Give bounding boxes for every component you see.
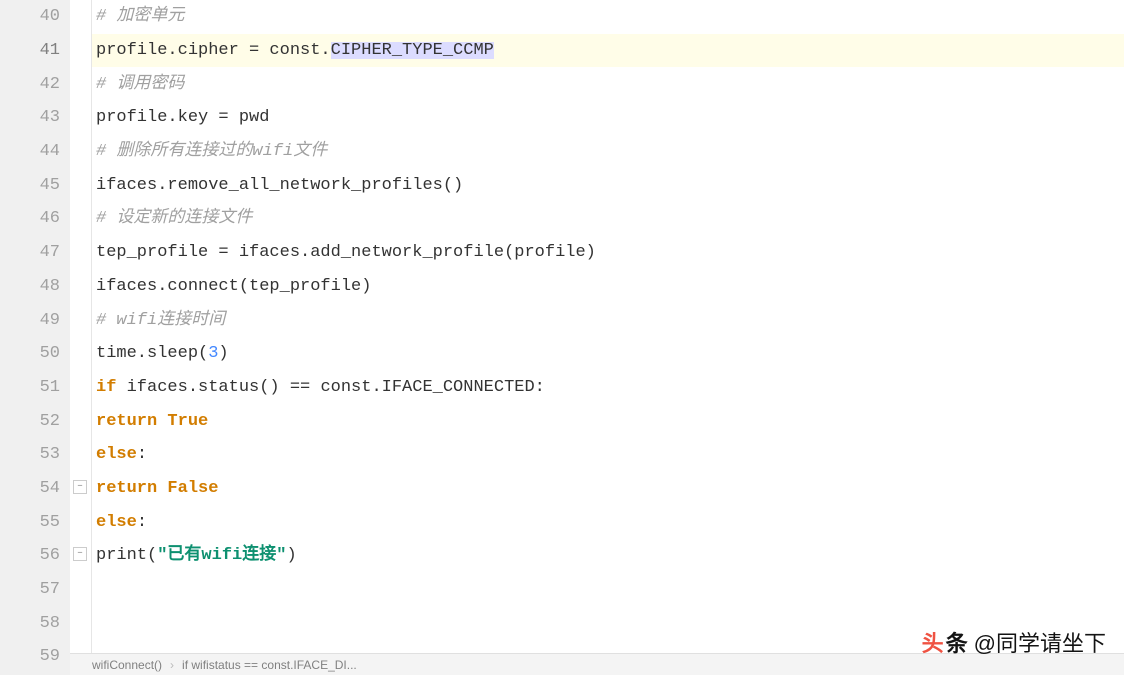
keyword: else xyxy=(96,514,137,531)
code-line[interactable]: ifaces.remove_all_network_profiles() xyxy=(92,168,1124,202)
line-number: 42 xyxy=(0,67,60,101)
fold-marker-icon[interactable]: – xyxy=(73,480,87,494)
code-line[interactable]: return True xyxy=(92,404,1124,438)
line-number: 56 xyxy=(0,539,60,573)
code-line[interactable]: # 加密单元 xyxy=(92,0,1124,34)
line-number: 57 xyxy=(0,573,60,607)
code-line[interactable]: else: xyxy=(92,438,1124,472)
comment-text: # 加密单元 xyxy=(96,8,184,25)
comment-text: # 调用密码 xyxy=(96,76,184,93)
line-number: 46 xyxy=(0,202,60,236)
line-number: 45 xyxy=(0,168,60,202)
code-line[interactable]: profile.cipher = const.CIPHER_TYPE_CCMP xyxy=(92,34,1124,68)
line-number: 49 xyxy=(0,303,60,337)
keyword: if xyxy=(96,379,116,396)
line-number: 55 xyxy=(0,505,60,539)
line-number: 40 xyxy=(0,0,60,34)
code-line[interactable]: # 设定新的连接文件 xyxy=(92,202,1124,236)
code-line[interactable]: print("已有wifi连接") xyxy=(92,539,1124,573)
code-line[interactable]: return False xyxy=(92,472,1124,506)
code-line[interactable]: if ifaces.status() == const.IFACE_CONNEC… xyxy=(92,371,1124,405)
watermark-brand: 头条 xyxy=(922,633,968,655)
breadcrumb-item[interactable]: if wifistatus == const.IFACE_DI... xyxy=(182,659,357,671)
line-number: 52 xyxy=(0,404,60,438)
string-quote: " xyxy=(157,547,167,564)
comment-text: # 删除所有连接过的wifi文件 xyxy=(96,143,327,160)
keyword: else xyxy=(96,446,137,463)
line-number: 51 xyxy=(0,371,60,405)
line-number: 59 xyxy=(0,640,60,674)
line-number: 53 xyxy=(0,438,60,472)
code-line[interactable] xyxy=(92,573,1124,607)
code-editor: 4041424344454647484950515253545556575859… xyxy=(0,0,1124,675)
string-quote: " xyxy=(276,547,286,564)
code-line[interactable]: else: xyxy=(92,505,1124,539)
code-line[interactable]: profile.key = pwd xyxy=(92,101,1124,135)
code-line[interactable]: # wifi连接时间 xyxy=(92,303,1124,337)
number-literal: 3 xyxy=(208,345,218,362)
code-line[interactable]: time.sleep(3) xyxy=(92,337,1124,371)
breadcrumb-item[interactable]: wifiConnect() xyxy=(92,659,162,671)
code-line[interactable]: tep_profile = ifaces.add_network_profile… xyxy=(92,236,1124,270)
code-line[interactable]: # 删除所有连接过的wifi文件 xyxy=(92,135,1124,169)
code-content[interactable]: # 加密单元 profile.cipher = const.CIPHER_TYP… xyxy=(92,0,1124,675)
line-number: 44 xyxy=(0,135,60,169)
line-number: 48 xyxy=(0,270,60,304)
line-number: 50 xyxy=(0,337,60,371)
code-line[interactable]: # 调用密码 xyxy=(92,67,1124,101)
line-number: 58 xyxy=(0,606,60,640)
line-number: 41 xyxy=(0,34,60,68)
line-number: 54 xyxy=(0,472,60,506)
breadcrumb[interactable]: wifiConnect() › if wifistatus == const.I… xyxy=(70,653,1124,675)
watermark-handle: @同学请坐下 xyxy=(974,633,1106,655)
comment-text: # wifi连接时间 xyxy=(96,312,225,329)
keyword: return True xyxy=(96,413,208,430)
breadcrumb-separator-icon: › xyxy=(170,659,174,671)
line-number: 43 xyxy=(0,101,60,135)
comment-text: # 设定新的连接文件 xyxy=(96,210,252,227)
line-number: 47 xyxy=(0,236,60,270)
code-line[interactable]: ifaces.connect(tep_profile) xyxy=(92,270,1124,304)
string-literal: 已有wifi连接 xyxy=(167,547,276,564)
watermark: 头条 @同学请坐下 xyxy=(922,633,1106,655)
selected-text: CIPHER_TYPE_CCMP xyxy=(331,42,494,59)
line-number-gutter: 4041424344454647484950515253545556575859 xyxy=(0,0,70,675)
fold-marker-icon[interactable]: – xyxy=(73,547,87,561)
keyword: return False xyxy=(96,480,218,497)
fold-gutter: – – xyxy=(70,0,92,675)
